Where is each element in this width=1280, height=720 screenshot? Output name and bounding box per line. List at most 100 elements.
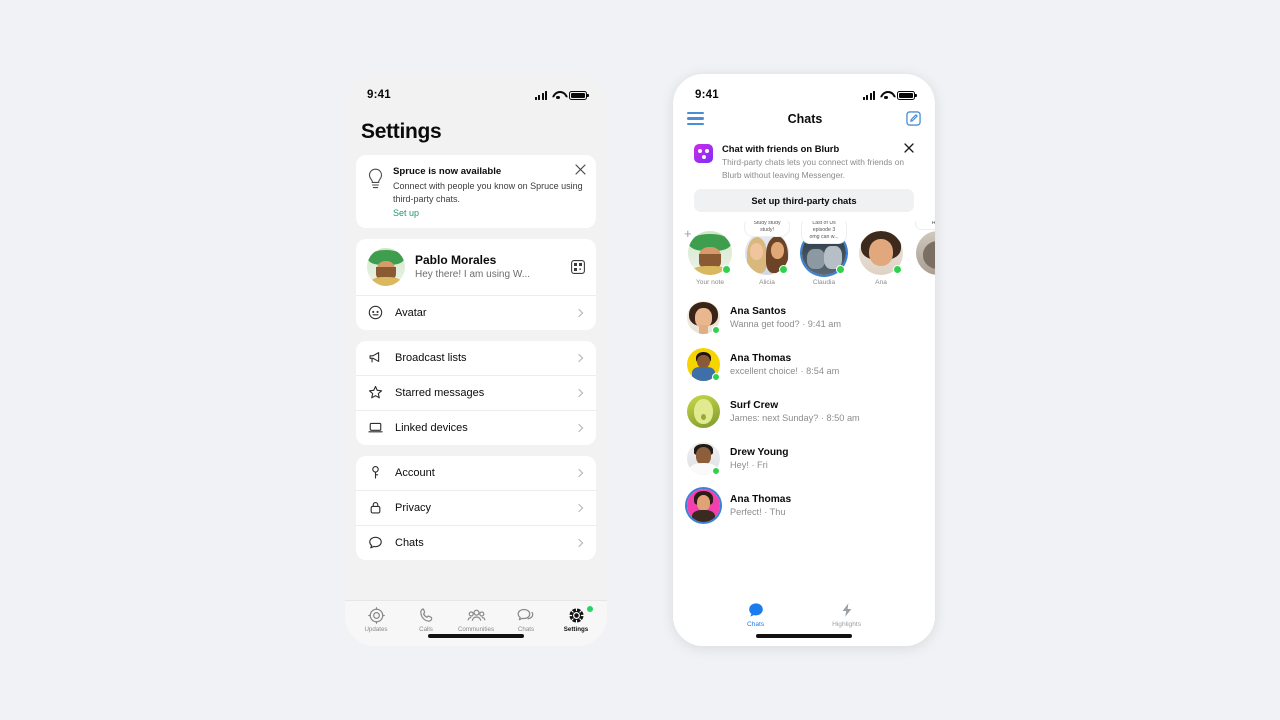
status-bar-right: 9:41: [673, 74, 935, 108]
hamburger-menu-icon[interactable]: [687, 112, 704, 125]
avatar: [687, 348, 720, 382]
close-icon[interactable]: [575, 164, 586, 175]
chat-name: Drew Young: [730, 447, 789, 459]
sidebar-item-label: Starred messages: [395, 386, 485, 399]
chats-icon: [517, 608, 533, 620]
tab-bar-chats: Chats Highlights: [673, 594, 935, 646]
chats-header: Chats: [673, 108, 935, 135]
chat-preview: Hey! · Fri: [730, 460, 768, 471]
list-item-text: Ana Santos Wanna get food? · 9:41 am: [730, 306, 921, 329]
tab-updates[interactable]: Updates: [353, 606, 399, 633]
home-indicator: [756, 634, 852, 638]
spruce-promo-card[interactable]: Spruce is now available Connect with peo…: [356, 155, 596, 228]
sidebar-item-account[interactable]: Account: [356, 456, 596, 490]
chat-preview: Wanna get food? · 9:41 am: [730, 319, 841, 330]
sidebar-item-label: Chats: [395, 536, 424, 549]
story-label: Claudia: [812, 279, 836, 287]
tab-settings[interactable]: Settings: [553, 605, 599, 633]
phone-chats-screen: 9:41 Chats Chat with friends on Blurb Th…: [673, 74, 935, 646]
tab-chats[interactable]: Chats: [747, 602, 764, 628]
settings-group-two: Broadcast lists Starred messages Linked …: [356, 340, 596, 445]
sidebar-item-label: Avatar: [395, 306, 427, 319]
note-bubble[interactable]: Study study study!: [744, 221, 790, 238]
close-icon[interactable]: [904, 143, 914, 153]
avatar: [687, 301, 720, 335]
notes-stories-row[interactable]: + Your note Study study study! Alicia La…: [673, 221, 935, 292]
sidebar-item-avatar[interactable]: Avatar: [356, 294, 596, 330]
sidebar-item-label: Linked devices: [395, 421, 468, 434]
blurb-banner: Chat with friends on Blurb Third-party c…: [684, 135, 924, 222]
home-indicator: [428, 634, 524, 638]
note-bubble[interactable]: Last of Us episode 3 omg can w...: [801, 221, 847, 245]
story-item-your-note[interactable]: + Your note: [684, 227, 735, 286]
status-icons: [535, 90, 589, 100]
sidebar-item-privacy[interactable]: Privacy: [356, 489, 596, 525]
status-time: 9:41: [695, 89, 719, 101]
chevron-right-icon: [574, 538, 584, 547]
promo-body: Connect with people you know on Spruce u…: [393, 181, 583, 204]
avatar: [688, 231, 732, 276]
profile-row[interactable]: Pablo Morales Hey there! I am using W...: [356, 239, 596, 295]
profile-text: Pablo Morales Hey there! I am using W...: [415, 253, 561, 280]
status-icons: [863, 90, 917, 100]
chat-name: Ana Thomas: [730, 494, 792, 506]
sidebar-item-broadcast-lists[interactable]: Broadcast lists: [356, 341, 596, 375]
chat-bubble-filled-icon: [748, 603, 763, 617]
add-note-icon[interactable]: +: [684, 227, 692, 240]
avatar: [367, 247, 405, 286]
tab-bar-settings: Updates Calls Communities Chats Settings: [345, 600, 607, 646]
note-bubble[interactable]: Hang: [915, 221, 935, 231]
avatar: [687, 442, 720, 476]
list-item[interactable]: Ana Thomas excellent choice! · 8:54 am: [673, 341, 935, 388]
communities-icon: [467, 609, 485, 621]
tab-chats[interactable]: Chats: [503, 607, 549, 633]
page-title: Chats: [787, 111, 823, 126]
list-item-text: Ana Thomas excellent choice! · 8:54 am: [730, 353, 921, 376]
avatar: [745, 231, 789, 276]
sidebar-item-linked-devices[interactable]: Linked devices: [356, 409, 596, 445]
avatar: [859, 231, 903, 276]
battery-icon: [569, 90, 589, 100]
list-item[interactable]: Ana Santos Wanna get food? · 9:41 am: [673, 294, 935, 341]
story-item-br[interactable]: Hang Br: [913, 221, 935, 286]
tab-communities[interactable]: Communities: [453, 607, 499, 633]
story-item-ana[interactable]: Ana: [856, 231, 906, 286]
list-item-text: Drew Young Hey! · Fri: [730, 447, 921, 470]
blurb-banner-top: Chat with friends on Blurb Third-party c…: [694, 143, 914, 181]
chevron-right-icon: [574, 423, 584, 432]
chevron-right-icon: [574, 388, 584, 397]
screenshot-canvas: 9:41 Settings Spruce is now available Co…: [0, 0, 1280, 720]
chevron-right-icon: [574, 308, 584, 317]
settings-content: Settings Spruce is now available Connect…: [345, 108, 607, 560]
setup-third-party-chats-button[interactable]: Set up third-party chats: [694, 189, 914, 213]
story-item-claudia[interactable]: Last of Us episode 3 omg can w... Claudi…: [799, 221, 849, 287]
chat-name: Ana Thomas: [730, 353, 792, 365]
chat-preview: James: next Sunday? · 8:50 am: [730, 413, 860, 424]
settings-gear-icon: [568, 607, 584, 623]
avatar-face-icon: [367, 305, 383, 321]
promo-setup-link[interactable]: Set up: [393, 208, 585, 218]
sidebar-item-label: Broadcast lists: [395, 351, 467, 364]
qr-code-icon[interactable]: [571, 259, 585, 274]
sidebar-item-starred-messages[interactable]: Starred messages: [356, 374, 596, 410]
avatar: [916, 231, 935, 276]
sidebar-item-chats[interactable]: Chats: [356, 524, 596, 560]
tab-label: Calls: [419, 625, 433, 633]
compose-new-message-icon[interactable]: [906, 111, 921, 126]
list-item[interactable]: Drew Young Hey! · Fri: [673, 435, 935, 482]
story-item-alicia[interactable]: Study study study! Alicia: [742, 221, 792, 286]
list-item-text: Surf Crew James: next Sunday? · 8:50 am: [730, 400, 921, 423]
list-item[interactable]: Ana Thomas Perfect! · Thu: [673, 482, 935, 529]
list-item-text: Ana Thomas Perfect! · Thu: [730, 494, 921, 517]
sidebar-item-label: Privacy: [395, 501, 432, 514]
list-item[interactable]: Surf Crew James: next Sunday? · 8:50 am: [673, 388, 935, 435]
blurb-title: Chat with friends on Blurb: [722, 143, 840, 154]
tab-calls[interactable]: Calls: [403, 607, 449, 633]
tab-highlights[interactable]: Highlights: [832, 602, 861, 628]
chat-list: Ana Santos Wanna get food? · 9:41 am Ana…: [673, 292, 935, 529]
chevron-right-icon: [574, 468, 584, 477]
tab-label: Communities: [457, 625, 495, 633]
tab-label: Highlights: [832, 621, 862, 628]
tab-label: Chats: [517, 625, 535, 633]
chat-name: Ana Santos: [730, 306, 787, 318]
